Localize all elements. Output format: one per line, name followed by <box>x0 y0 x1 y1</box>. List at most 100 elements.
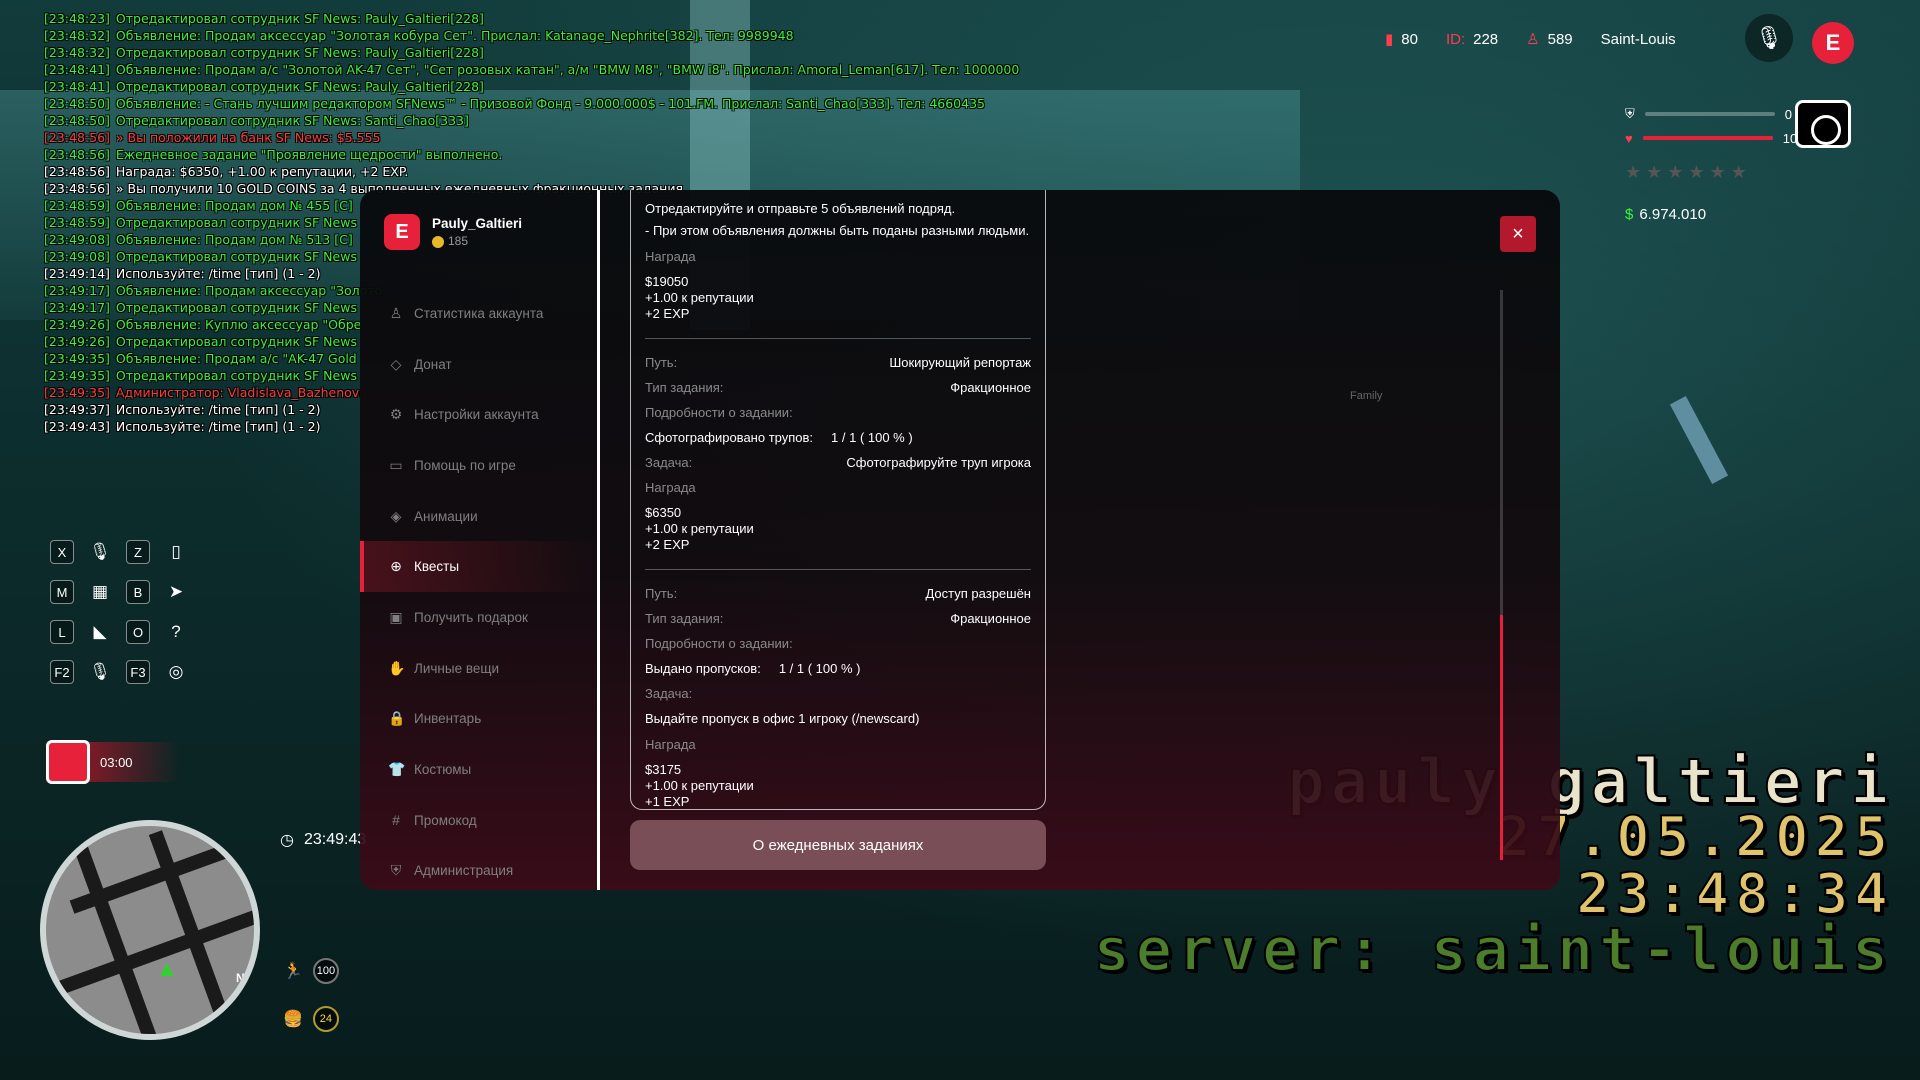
ping-indicator: ▮ 80 <box>1385 30 1418 49</box>
chat-message: Отредактировал сотрудник SF News <box>115 215 357 230</box>
sidebar-item[interactable]: ♙ Статистика аккаунта <box>360 288 600 339</box>
quest-path: Шокирующий репортаж <box>889 355 1031 370</box>
sidebar-item[interactable]: ⛨ Администрация <box>360 846 600 890</box>
gift-icon <box>46 740 90 784</box>
chat-line: [23:48:50] Объявление: - Стань лучшим ред… <box>44 95 1019 112</box>
chat-timestamp: [23:49:08] <box>44 249 110 264</box>
health-bar <box>1642 136 1773 140</box>
running-icon: 🏃 <box>283 963 303 980</box>
clock-icon: ◷ <box>280 832 294 849</box>
chat-timestamp: [23:48:50] <box>44 113 110 128</box>
chat-timestamp: [23:48:41] <box>44 79 110 94</box>
game-clock: ◷ 23:49:43 <box>280 831 367 849</box>
armor-icon: ⛨ <box>1625 106 1635 121</box>
mute-microphone-button[interactable]: 🎙 <box>1745 14 1793 62</box>
chat-line: [23:48:32] Объявление: Продам аксессуар "… <box>44 27 1019 44</box>
online-count: ♙ 589 <box>1526 30 1573 49</box>
chat-line: [23:48:56] » Вы положили на банк SF News:… <box>44 129 1019 146</box>
tag-icon: ◈ <box>390 507 402 524</box>
chat-timestamp: [23:49:08] <box>44 232 110 247</box>
chat-message: Отредактировал сотрудник SF News: Pauly_… <box>115 11 484 26</box>
quest-task: Выдайте пропуск в офис 1 игроку (/newsca… <box>645 711 920 726</box>
north-indicator: N <box>236 971 245 985</box>
chat-timestamp: [23:49:35] <box>44 351 110 366</box>
key-hints: X 🎙 Z ▯ M ▦ B ➤ L ◣ O? F2 🎙 F3 ◎ <box>50 540 194 684</box>
profile-level: 185 <box>432 234 522 248</box>
sidebar-item[interactable]: ▭ Помощь по игре <box>360 440 600 491</box>
chat-message: Объявление: Продам аксессуар "Золото <box>115 283 383 298</box>
chat-timestamp: [23:48:56] <box>44 181 110 196</box>
quest-task: Сфотографируйте труп игрока <box>846 455 1031 470</box>
quest-card: Путь: Шокирующий репортаж Тип задания: Фра… <box>645 338 1031 553</box>
sidebar-item[interactable]: ✋ Личные вещи <box>360 643 600 694</box>
voice-icon: 🎙 <box>89 662 111 681</box>
chat-timestamp: [23:49:17] <box>44 283 110 298</box>
sidebar-item[interactable]: ◈ Анимации <box>360 491 600 542</box>
sidebar-item[interactable]: 👕 Костюмы <box>360 744 600 795</box>
top-hud: ▮ 80 ID: 228 ♙ 589 Saint-Louis <box>1385 30 1676 49</box>
chat-timestamp: [23:48:56] <box>44 130 110 145</box>
chat-timestamp: [23:48:50] <box>44 96 110 111</box>
chat-message: Используйте: /time [тип] (1 - 2) <box>115 402 321 417</box>
chat-message: Отредактировал сотрудник SF News: Pauly_… <box>115 45 484 60</box>
user-icon: ♙ <box>1526 31 1540 48</box>
chat-line: [23:48:23] Отредактировал сотрудник SF Ne… <box>44 10 1019 27</box>
player-marker-icon: ▲ <box>156 956 178 981</box>
gift-timer[interactable]: 03:00 <box>46 740 180 784</box>
quest-type: Фракционное <box>950 611 1031 626</box>
chat-message: Отредактировал сотрудник SF News <box>115 368 357 383</box>
sidebar-item-label: Статистика аккаунта <box>414 305 544 321</box>
sidebar-item[interactable]: ▣ Получить подарок <box>360 592 600 643</box>
chat-message: Отредактировал сотрудник SF News <box>115 300 357 315</box>
hash-icon: # <box>392 812 400 829</box>
chat-message: Администратор: Vladislava_Bazhenova <box>115 385 367 400</box>
chat-timestamp: [23:48:41] <box>44 62 110 77</box>
chat-timestamp: [23:49:26] <box>44 334 110 349</box>
car-icon: ◣ <box>93 622 107 641</box>
map-icon: ▦ <box>91 582 109 601</box>
chat-timestamp: [23:49:35] <box>44 368 110 383</box>
profile-card: E Pauly_Galtieri 185 <box>384 214 522 250</box>
sidebar-item[interactable]: # Промокод <box>360 795 600 846</box>
quest-path: Доступ разрешён <box>925 586 1031 601</box>
key-o: O <box>126 620 150 644</box>
chat-message: Используйте: /time [тип] (1 - 2) <box>115 266 321 281</box>
chat-timestamp: [23:49:14] <box>44 266 110 281</box>
quests-list[interactable]: Отредактируйте и отправьте 5 объявлений … <box>630 190 1046 810</box>
scrollbar-thumb[interactable] <box>1500 615 1503 860</box>
lock-icon: 🔒 <box>388 710 406 727</box>
server-logo-icon: E <box>384 214 420 250</box>
chat-line: [23:48:56] Награда: $6350, +1.00 к репута… <box>44 163 1019 180</box>
scrollbar[interactable] <box>1500 290 1503 860</box>
chat-timestamp: [23:48:59] <box>44 198 110 213</box>
chat-message: Отредактировал сотрудник SF News: Pauly_… <box>115 79 484 94</box>
food-icon: 🍔 <box>283 1011 303 1028</box>
chat-message: Используйте: /time [тип] (1 - 2) <box>115 419 321 434</box>
sidebar-item[interactable]: ⊕ Квесты <box>360 541 600 593</box>
quest-top-reward: $19050 +1.00 к репутации +2 EXP <box>645 274 754 321</box>
key-m: M <box>50 580 74 604</box>
about-daily-tasks-button[interactable]: О ежедневных заданиях <box>630 820 1046 870</box>
sidebar-item[interactable]: ⚙ Настройки аккаунта <box>360 389 600 440</box>
server-name: Saint-Louis <box>1600 30 1676 48</box>
close-button[interactable]: × <box>1500 216 1536 252</box>
sidebar-item-label: Получить подарок <box>414 609 528 625</box>
chat-timestamp: [23:48:59] <box>44 215 110 230</box>
chat-line: [23:48:32] Отредактировал сотрудник SF Ne… <box>44 44 1019 61</box>
chat-message: Объявление: Продам а/с "AK-47 Gold <box>115 351 357 366</box>
chat-line: [23:48:41] Отредактировал сотрудник SF Ne… <box>44 78 1019 95</box>
sidebar-item-label: Личные вещи <box>414 660 500 676</box>
sidebar-item[interactable]: 🔒 Инвентарь <box>360 694 600 745</box>
profile-name: Pauly_Galtieri <box>432 216 523 231</box>
hand-icon: ✋ <box>388 659 406 676</box>
gamepad-icon: ⊕ <box>390 558 402 575</box>
quest-progress: 1 / 1 ( 100 % ) <box>831 430 913 445</box>
sidebar-item-label: Промокод <box>414 812 477 828</box>
quest-reward: $6350 +1.00 к репутации +2 EXP <box>645 505 754 552</box>
sidebar-item[interactable]: ◇ Донат <box>360 339 600 390</box>
chat-message: Объявление: Продам а/с "Золотой AK-47 Се… <box>115 62 1020 77</box>
minimap: ▲ N <box>40 820 260 1040</box>
cursor-icon: ➤ <box>168 582 184 601</box>
sidebar-item-label: Настройки аккаунта <box>414 407 539 423</box>
sidebar-item-label: Квесты <box>414 559 460 575</box>
